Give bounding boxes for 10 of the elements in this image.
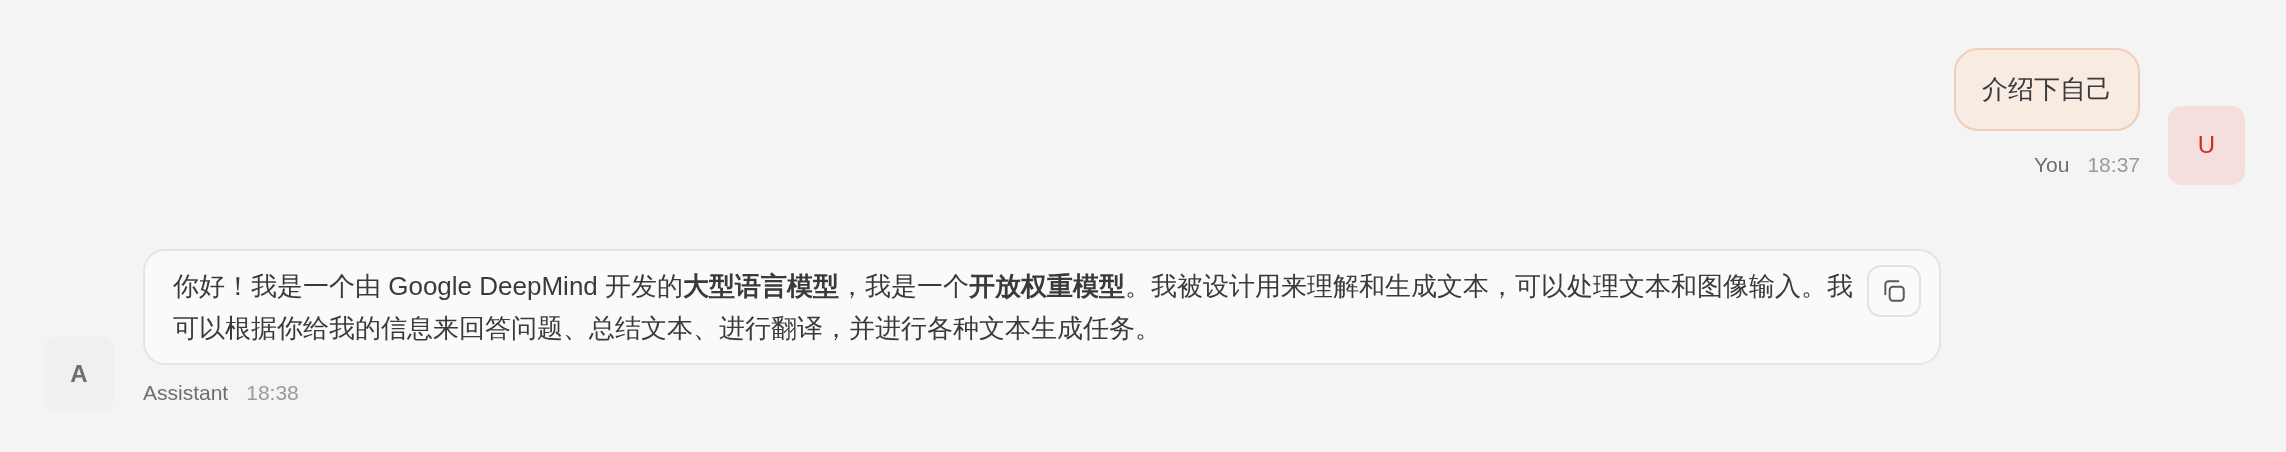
avatar: U	[2168, 105, 2245, 185]
message-text: 你好！我是一个由 Google DeepMind 开发的大型语言模型，我是一个开放权重模型。我被设计用来理解和生成文本，可以处理文本和图像输入。我可以根据你给我的信息来回答问题、总结文本、进行翻译，并进行各种文本生成任务。	[173, 269, 1855, 345]
sender-name: Assistant	[143, 379, 229, 406]
message-time: 18:37	[2087, 152, 2140, 178]
avatar: A	[44, 336, 114, 412]
copy-icon	[1881, 277, 1907, 304]
sender-name: You	[2034, 152, 2070, 178]
message-time: 18:38	[246, 379, 299, 406]
message-text: 介绍下自己	[1982, 73, 2112, 106]
copy-button[interactable]	[1867, 264, 1921, 317]
